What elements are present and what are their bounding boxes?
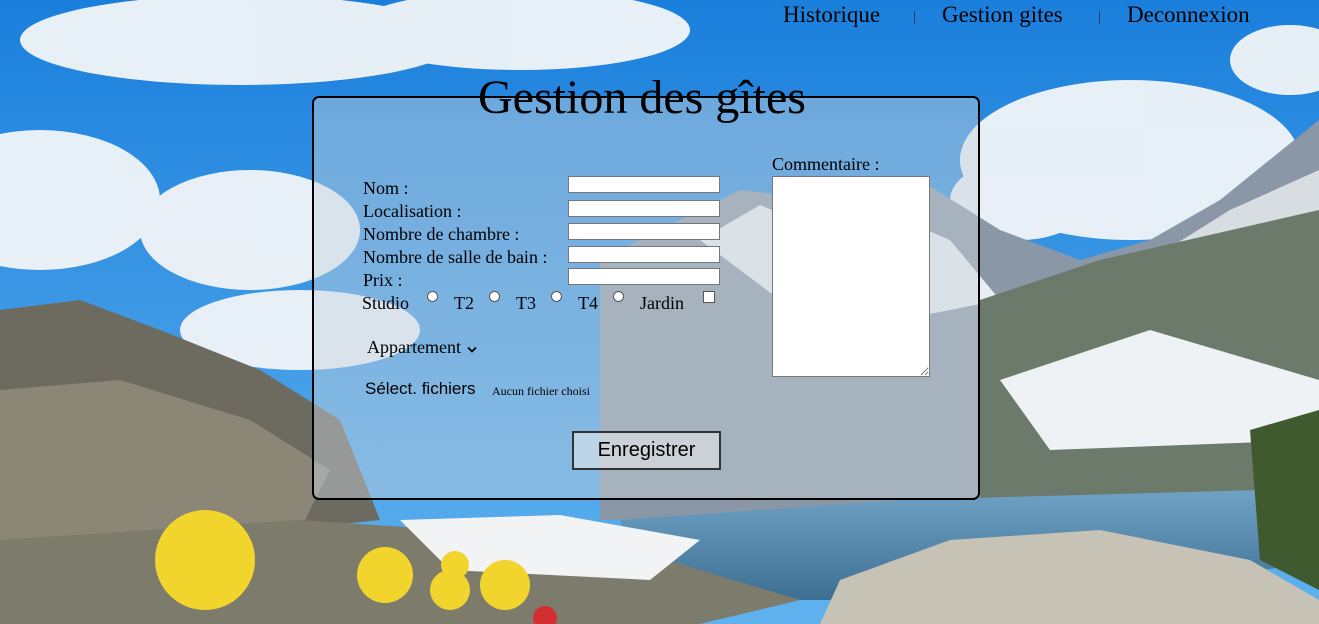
chambres-input[interactable]	[568, 223, 720, 240]
top-nav: Historique | Gestion gites | Deconnexion	[0, 0, 1319, 34]
commentaire-label: Commentaire :	[772, 154, 880, 174]
prix-input[interactable]	[568, 268, 720, 285]
chevron-down-icon	[467, 338, 478, 359]
nav-historique-link[interactable]: Historique	[783, 2, 880, 28]
localisation-input[interactable]	[568, 200, 720, 217]
type-t2-label: T2	[454, 293, 474, 313]
localisation-label: Localisation :	[363, 201, 462, 221]
file-status-text: Aucun fichier choisi	[492, 384, 590, 398]
salle-de-bain-label: Nombre de salle de bain :	[363, 247, 548, 267]
nav-separator: |	[1098, 10, 1101, 25]
nom-label: Nom :	[363, 178, 409, 198]
jardin-checkbox[interactable]	[703, 291, 715, 303]
type-studio-radio[interactable]	[427, 291, 438, 302]
type-t3-radio[interactable]	[551, 291, 562, 302]
commentaire-textarea[interactable]	[772, 176, 930, 377]
type-studio-label: Studio	[362, 293, 410, 313]
select-value: Appartement	[367, 337, 461, 357]
nav-deconnexion-link[interactable]: Deconnexion	[1127, 2, 1250, 28]
nav-gestion-gites-link[interactable]: Gestion gites	[942, 2, 1063, 28]
type-t3-label: T3	[516, 293, 536, 313]
type-t4-label: T4	[578, 293, 598, 313]
file-select-button[interactable]: Sélect. fichiers	[365, 379, 476, 399]
nav-separator: |	[913, 10, 916, 25]
chambres-label: Nombre de chambre :	[363, 224, 520, 244]
enregistrer-button[interactable]: Enregistrer	[572, 431, 721, 470]
logement-type-select[interactable]: Appartement	[367, 337, 478, 359]
page-title: Gestion des gîtes	[476, 70, 808, 126]
type-t4-radio[interactable]	[613, 291, 624, 302]
salle-de-bain-input[interactable]	[568, 246, 720, 263]
nom-input[interactable]	[568, 176, 720, 193]
prix-label: Prix :	[363, 270, 403, 290]
type-t2-radio[interactable]	[489, 291, 500, 302]
jardin-label: Jardin	[640, 293, 684, 313]
